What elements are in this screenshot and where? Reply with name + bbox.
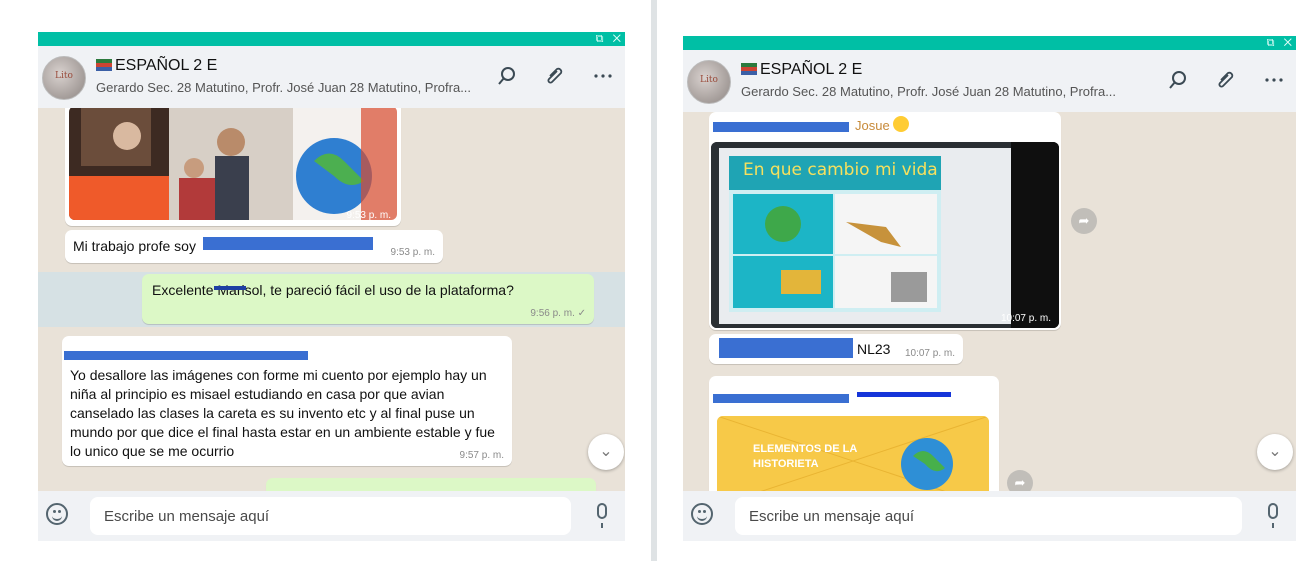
- redaction-bar: [713, 122, 849, 132]
- forward-icon[interactable]: ➦: [1007, 470, 1033, 491]
- message-text: Mi trabajo profe soy: [73, 238, 196, 254]
- search-icon[interactable]: [495, 64, 519, 88]
- left-screenshot: ⧉ ✕ Lito ESPAÑOL 2 E Gerardo Sec. 28 Mat…: [0, 0, 651, 561]
- laughing-emoji-icon: [893, 116, 909, 132]
- incoming-message[interactable]: Yo desallore las imágenes con forme mi c…: [62, 336, 512, 466]
- incoming-message[interactable]: NL23 10:07 p. m.: [709, 334, 963, 364]
- group-members: Gerardo Sec. 28 Matutino, Profr. José Ju…: [96, 80, 472, 95]
- compose-bar: Escribe un mensaje aquí: [683, 491, 1296, 541]
- mic-icon[interactable]: [1268, 503, 1278, 528]
- message-input[interactable]: Escribe un mensaje aquí: [735, 497, 1242, 535]
- sender-name: Josue: [855, 118, 890, 133]
- redaction-mark: [857, 392, 951, 397]
- books-emoji-icon: [96, 59, 112, 71]
- message-time: 9:57 p. m.: [459, 450, 504, 461]
- message-time: 10:07 p. m.: [904, 348, 955, 359]
- right-screenshot: ⧉ ✕ Lito ESPAÑOL 2 E Gerardo Sec. 28 Mat…: [657, 0, 1304, 561]
- chat-body[interactable]: 9:53 p. m. Mi trabajo profe soy 9:53 p. …: [38, 108, 625, 491]
- message-text: NL23: [857, 341, 891, 357]
- group-avatar[interactable]: Lito: [687, 60, 731, 104]
- image-message[interactable]: 9:53 p. m.: [65, 108, 401, 226]
- window-controls[interactable]: ⧉ ✕: [1267, 36, 1292, 50]
- message-text: Yo desallore las imágenes con forme mi c…: [70, 367, 495, 459]
- poster-photo[interactable]: En que cambio mi vida 10:07 p. m.: [711, 142, 1059, 328]
- attach-icon[interactable]: [543, 64, 567, 88]
- poster-title: En que cambio mi vida: [743, 160, 938, 180]
- redaction-bar: [713, 394, 849, 403]
- redaction-bar: [64, 351, 308, 360]
- mic-icon[interactable]: [597, 503, 607, 528]
- scroll-down-icon[interactable]: ⌄: [1257, 434, 1293, 470]
- message-time: 9:53 p. m.: [346, 210, 391, 221]
- window-controls[interactable]: ⧉ ✕: [596, 32, 621, 46]
- image-message[interactable]: Josue En que cambio mi vida 10:07 p. m.: [709, 112, 1061, 330]
- books-emoji-icon: [741, 63, 757, 75]
- redaction-bar: [203, 237, 373, 250]
- chat-header[interactable]: Lito ESPAÑOL 2 E Gerardo Sec. 28 Matutin…: [683, 50, 1296, 112]
- message-time: 10:07 p. m.: [1000, 313, 1051, 324]
- emoji-icon[interactable]: [691, 503, 713, 525]
- search-icon[interactable]: [1166, 68, 1190, 92]
- outgoing-message-partial[interactable]: [266, 478, 596, 491]
- group-avatar[interactable]: Lito: [42, 56, 86, 100]
- chat-body[interactable]: Josue En que cambio mi vida 10:07 p. m. …: [683, 112, 1296, 491]
- emoji-icon[interactable]: [46, 503, 68, 525]
- message-text: Excelente Marisol, te pareció fácil el u…: [152, 282, 514, 298]
- window-titlebar: ⧉ ✕: [38, 32, 625, 46]
- forward-icon[interactable]: ➦: [1071, 208, 1097, 234]
- group-members: Gerardo Sec. 28 Matutino, Profr. José Ju…: [741, 84, 1117, 99]
- story-collage-image[interactable]: [69, 108, 397, 220]
- incoming-message[interactable]: Mi trabajo profe soy 9:53 p. m.: [65, 230, 443, 263]
- group-title: ESPAÑOL 2 E: [96, 57, 217, 75]
- redaction-mark: [214, 286, 246, 290]
- image-message[interactable]: ELEMENTOS DE LA HISTORIETA: [709, 376, 999, 491]
- outgoing-message[interactable]: Excelente Marisol, te pareció fácil el u…: [142, 274, 594, 324]
- message-time: 9:53 p. m.: [390, 247, 435, 258]
- compose-bar: Escribe un mensaje aquí: [38, 491, 625, 541]
- attach-icon[interactable]: [1214, 68, 1238, 92]
- card-title: ELEMENTOS DE LA HISTORIETA: [753, 443, 858, 470]
- chat-header[interactable]: Lito ESPAÑOL 2 E Gerardo Sec. 28 Matutin…: [38, 46, 625, 108]
- group-title: ESPAÑOL 2 E: [741, 61, 862, 79]
- menu-icon[interactable]: [591, 64, 615, 88]
- card-image[interactable]: ELEMENTOS DE LA HISTORIETA: [717, 416, 989, 491]
- redaction-bar: [719, 338, 853, 358]
- menu-icon[interactable]: [1262, 68, 1286, 92]
- message-time: 9:56 p. m. ✓: [530, 308, 586, 319]
- window-titlebar: ⧉ ✕: [683, 36, 1296, 50]
- scroll-down-icon[interactable]: ⌄: [588, 434, 624, 470]
- message-input[interactable]: Escribe un mensaje aquí: [90, 497, 571, 535]
